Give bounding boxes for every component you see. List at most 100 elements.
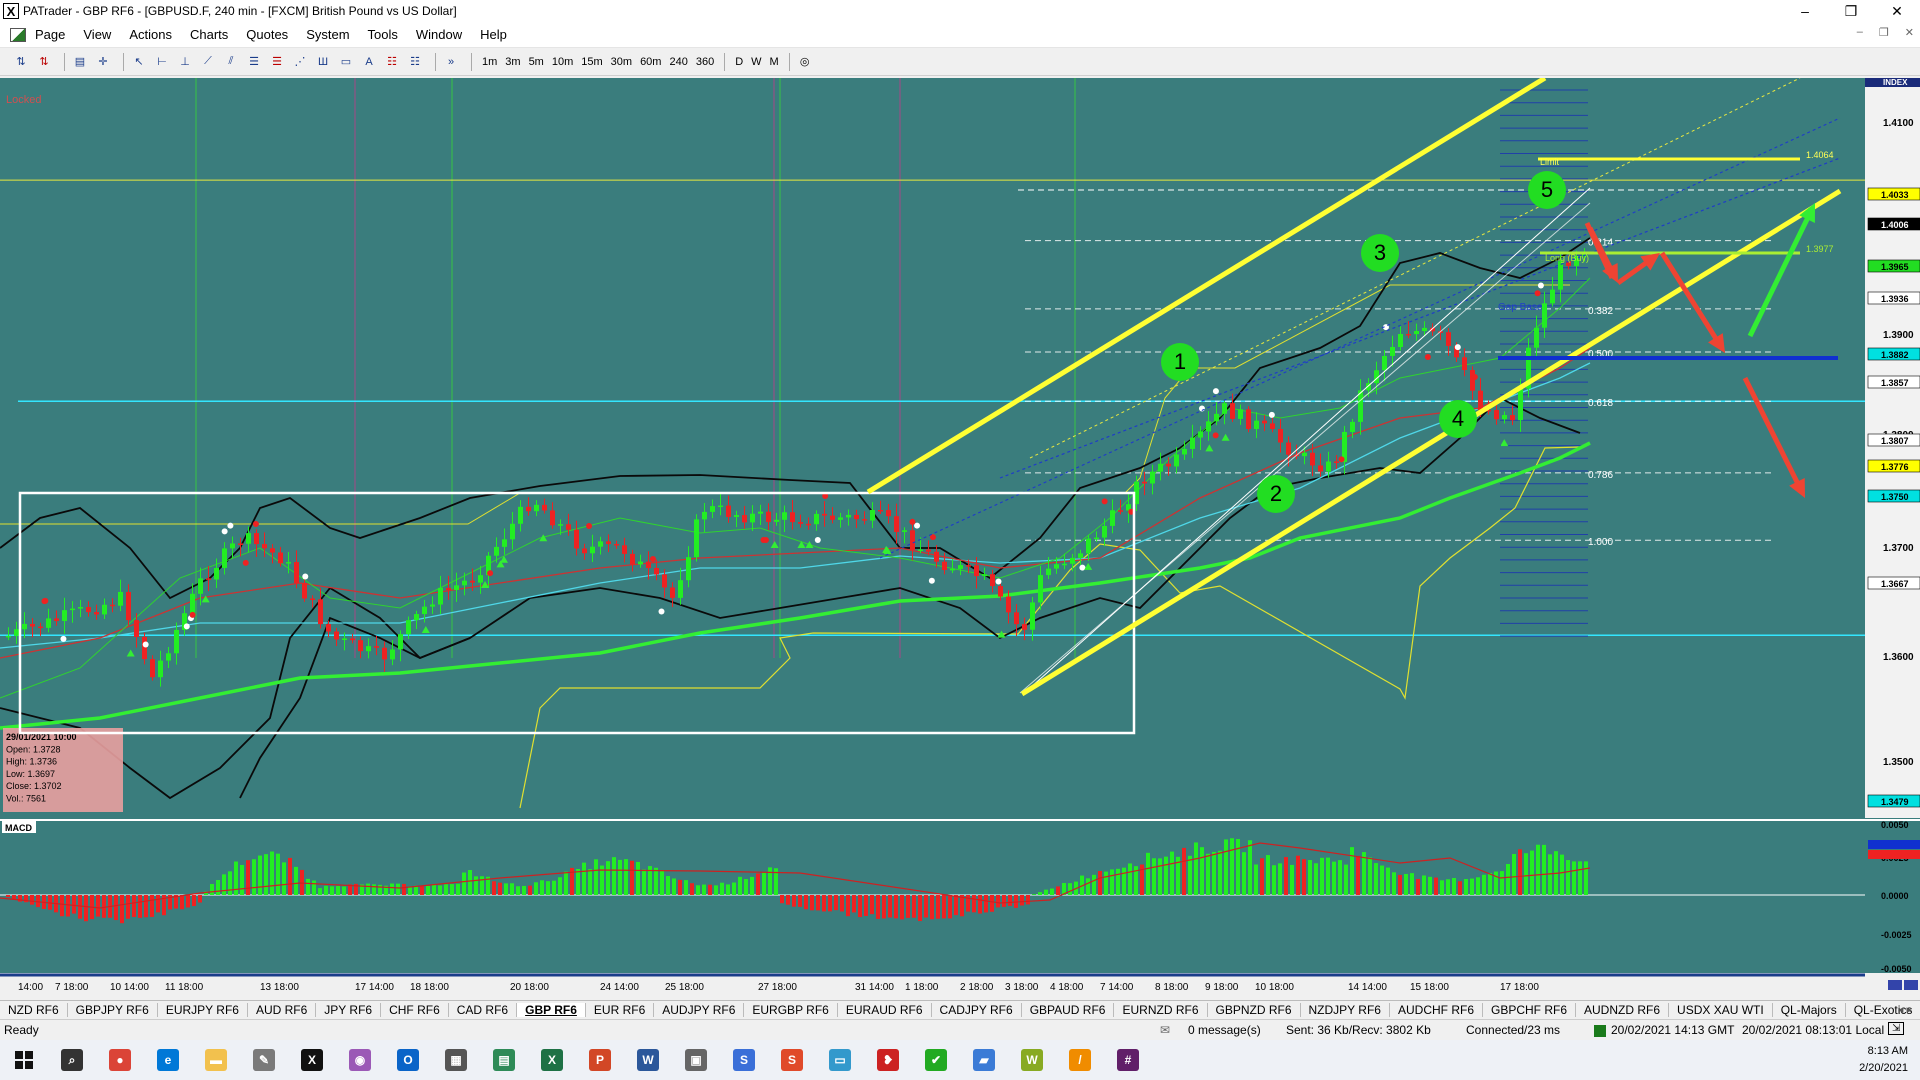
taskbar-app-2[interactable]: e [144,1040,192,1080]
mdi-restore-button[interactable]: ❐ [1879,26,1889,39]
symbol-tab-cad-rf6[interactable]: CAD RF6 [449,1003,518,1017]
menu-page[interactable]: Page [26,27,74,42]
taskbar-app-0[interactable]: ⌕ [48,1040,96,1080]
taskbar-app-7[interactable]: O [384,1040,432,1080]
symbol-tab-gbpjpy-rf6[interactable]: GBPJPY RF6 [68,1003,158,1017]
taskbar-app-18[interactable]: ✔ [912,1040,960,1080]
timeframe-240-button[interactable]: 240 [665,56,691,68]
symbol-tab-eurjpy-rf6[interactable]: EURJPY RF6 [158,1003,248,1017]
menu-view[interactable]: View [74,27,120,42]
pointer-icon[interactable]: ↖ [130,53,148,71]
taskbar-app-6[interactable]: ◉ [336,1040,384,1080]
taskbar-app-12[interactable]: W [624,1040,672,1080]
more-tools-icon[interactable]: » [442,53,460,71]
horizontal-line-icon[interactable]: ⊢ [153,53,171,71]
symbol-tab-nzd-rf6[interactable]: NZD RF6 [0,1003,68,1017]
symbol-tab-gbpchf-rf6[interactable]: GBPCHF RF6 [1483,1003,1577,1017]
chart-style-icon[interactable]: ⇅ [35,53,53,71]
taskbar-app-1[interactable]: ● [96,1040,144,1080]
symbol-tab-gbpnzd-rf6[interactable]: GBPNZD RF6 [1208,1003,1301,1017]
symbol-tab-aud-rf6[interactable]: AUD RF6 [248,1003,317,1017]
alert-line-icon[interactable]: ☷ [406,53,424,71]
taskbar-app-21[interactable]: / [1056,1040,1104,1080]
gann-fan-icon[interactable]: ⋰ [291,53,309,71]
indicator-icon[interactable]: ▤ [71,53,89,71]
timeframe-3m-button[interactable]: 3m [501,56,524,68]
symbol-tab-usdx-xau-wti[interactable]: USDX XAU WTI [1669,1003,1773,1017]
taskbar-app-4[interactable]: ✎ [240,1040,288,1080]
symbol-tab-euraud-rf6[interactable]: EURAUD RF6 [838,1003,932,1017]
taskbar-app-3[interactable]: ▬ [192,1040,240,1080]
menu-actions[interactable]: Actions [120,27,181,42]
timeframe-1m-button[interactable]: 1m [478,56,501,68]
taskbar-app-11[interactable]: P [576,1040,624,1080]
symbol-tab-gbpaud-rf6[interactable]: GBPAUD RF6 [1022,1003,1115,1017]
vertical-line-icon[interactable]: ⊥ [176,53,194,71]
taskbar-app-14[interactable]: S [720,1040,768,1080]
symbol-tab-eurnzd-rf6[interactable]: EURNZD RF6 [1114,1003,1208,1017]
mdi-close-button[interactable]: ✕ [1905,26,1914,39]
text-tool-icon[interactable]: A [360,53,378,71]
status-messages[interactable]: 0 message(s) [1188,1023,1261,1037]
taskbar-app-19[interactable]: ▰ [960,1040,1008,1080]
page-icon[interactable] [10,27,26,42]
record-icon[interactable]: ◎ [796,53,814,71]
timeframe-30m-button[interactable]: 30m [607,56,636,68]
taskbar-app-8[interactable]: ▦ [432,1040,480,1080]
symbol-tab-audjpy-rf6[interactable]: AUDJPY RF6 [654,1003,745,1017]
menu-quotes[interactable]: Quotes [237,27,297,42]
symbol-tab-gbp-rf6[interactable]: GBP RF6 [517,1003,586,1017]
timeframe-5m-button[interactable]: 5m [525,56,548,68]
symbol-tab-jpy-rf6[interactable]: JPY RF6 [316,1003,382,1017]
menu-tools[interactable]: Tools [359,27,407,42]
period-weekly-button[interactable]: W [747,56,765,68]
symbol-tab-eur-rf6[interactable]: EUR RF6 [586,1003,655,1017]
taskbar-app-9[interactable]: ▤ [480,1040,528,1080]
close-button[interactable]: ✕ [1874,0,1920,22]
fibonacci-icon[interactable]: ☰ [245,53,263,71]
menu-help[interactable]: Help [471,27,516,42]
start-button[interactable] [0,1040,48,1080]
crosshair-icon[interactable]: ✛ [94,53,112,71]
timeframe-360-button[interactable]: 360 [692,56,718,68]
taskbar-app-17[interactable]: ❥ [864,1040,912,1080]
symbol-tab-chf-rf6[interactable]: CHF RF6 [381,1003,449,1017]
timeframe-15m-button[interactable]: 15m [577,56,606,68]
minimize-button[interactable]: – [1782,0,1828,22]
menu-window[interactable]: Window [407,27,471,42]
rectangle-icon[interactable]: ▭ [337,53,355,71]
price-chart[interactable]: 0.2140.3820.5000.6180.7861.000Locked29/0… [0,78,1920,998]
taskbar-app-10[interactable]: X [528,1040,576,1080]
message-envelope-icon[interactable]: ✉ [1160,1023,1170,1037]
taskbar-app-20[interactable]: W [1008,1040,1056,1080]
taskbar-app-22[interactable]: # [1104,1040,1152,1080]
trendline-icon[interactable]: ⟋ [199,53,217,71]
period-monthly-button[interactable]: M [766,56,783,68]
taskbar-app-13[interactable]: ▣ [672,1040,720,1080]
channel-icon[interactable]: ⫽ [222,53,240,71]
symbol-tab-nav[interactable]: ◂ ▸ [1898,1003,1912,1016]
taskbar-app-5[interactable]: X [288,1040,336,1080]
andrews-pitchfork-icon[interactable]: Ш [314,53,332,71]
restore-button[interactable]: ❐ [1828,0,1874,22]
symbol-tab-nzdjpy-rf6[interactable]: NZDJPY RF6 [1301,1003,1390,1017]
menu-system[interactable]: System [297,27,358,42]
timeframe-10m-button[interactable]: 10m [548,56,577,68]
taskbar-app-15[interactable]: S [768,1040,816,1080]
mdi-minimize-button[interactable]: – [1857,26,1863,39]
fractal-dot [1471,373,1478,380]
symbol-tab-audchf-rf6[interactable]: AUDCHF RF6 [1390,1003,1483,1017]
symbol-tab-audnzd-rf6[interactable]: AUDNZD RF6 [1576,1003,1670,1017]
symbol-tab-eurgbp-rf6[interactable]: EURGBP RF6 [744,1003,838,1017]
menu-charts[interactable]: Charts [181,27,237,42]
period-daily-button[interactable]: D [731,56,747,68]
taskbar-app-16[interactable]: ▭ [816,1040,864,1080]
symbol-tab-ql-majors[interactable]: QL-Majors [1773,1003,1846,1017]
fib-extension-icon[interactable]: ☰ [268,53,286,71]
taskbar-clock[interactable]: 8:13 AM 2/20/2021 [1859,1043,1908,1077]
timeframe-60m-button[interactable]: 60m [636,56,665,68]
chart-type-icon[interactable]: ⇅ [12,53,30,71]
resize-grip-icon[interactable]: ⇲ [1888,1022,1905,1035]
price-level-icon[interactable]: ☷ [383,53,401,71]
symbol-tab-cadjpy-rf6[interactable]: CADJPY RF6 [932,1003,1022,1017]
